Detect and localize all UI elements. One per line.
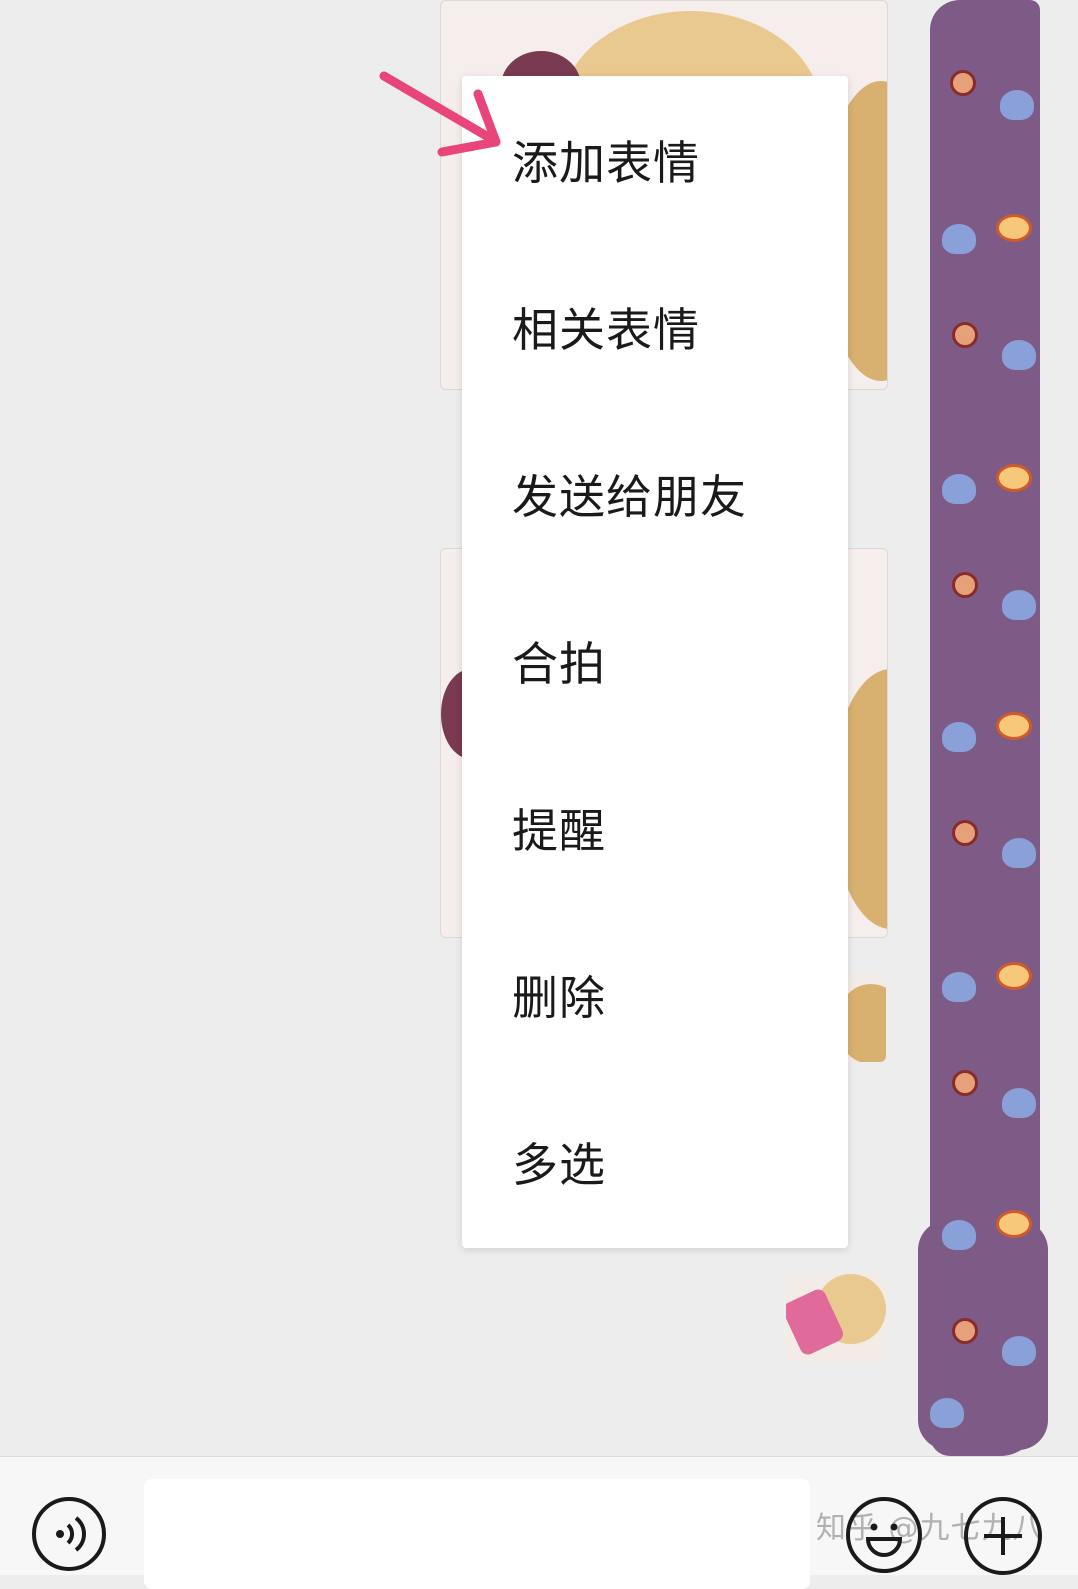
message-input[interactable] [144,1479,810,1589]
pattern-eye [996,464,1032,492]
chat-area[interactable]: 添加表情 相关表情 发送给朋友 合拍 提醒 删除 多选 [0,0,1078,1456]
menu-item-remind[interactable]: 提醒 [462,744,848,911]
menu-item-add-sticker[interactable]: 添加表情 [462,76,848,243]
pattern-owl [1002,838,1036,868]
emoji-icon [865,1523,903,1557]
sticker-message[interactable] [786,1274,886,1362]
pattern-flower [952,1070,978,1096]
context-menu: 添加表情 相关表情 发送给朋友 合拍 提醒 删除 多选 [462,76,848,1248]
pattern-eye [996,214,1032,242]
pattern-eye [996,962,1032,990]
pattern-owl [1002,340,1036,370]
pattern-flower [952,820,978,846]
pattern-owl [942,722,976,752]
pattern-flower [952,322,978,348]
pattern-owl [930,1398,964,1428]
voice-button[interactable] [32,1497,106,1571]
menu-item-delete[interactable]: 删除 [462,911,848,1078]
voice-icon [56,1516,86,1552]
menu-item-collab[interactable]: 合拍 [462,577,848,744]
pattern-owl [1002,1088,1036,1118]
pattern-eye [996,712,1032,740]
pattern-owl [942,972,976,1002]
plus-icon [984,1517,1022,1555]
pattern-flower [952,572,978,598]
censored-avatar-strip [918,0,1048,1456]
pattern-owl [1002,1336,1036,1366]
annotation-arrow-icon [379,71,501,157]
pattern-eye [996,1210,1032,1238]
pattern-owl [1000,90,1034,120]
emoji-button[interactable] [846,1497,922,1573]
pattern-owl [942,1220,976,1250]
input-bar: 知乎 @九七九八 [0,1456,1078,1589]
plus-button[interactable] [964,1497,1042,1575]
pattern-flower [950,70,976,96]
menu-item-multi-select[interactable]: 多选 [462,1078,848,1245]
pattern-owl [1002,590,1036,620]
menu-item-related-stickers[interactable]: 相关表情 [462,243,848,410]
pattern-owl [942,224,976,254]
menu-item-send-to-friend[interactable]: 发送给朋友 [462,410,848,577]
pattern-owl [942,474,976,504]
pattern-flower [952,1318,978,1344]
